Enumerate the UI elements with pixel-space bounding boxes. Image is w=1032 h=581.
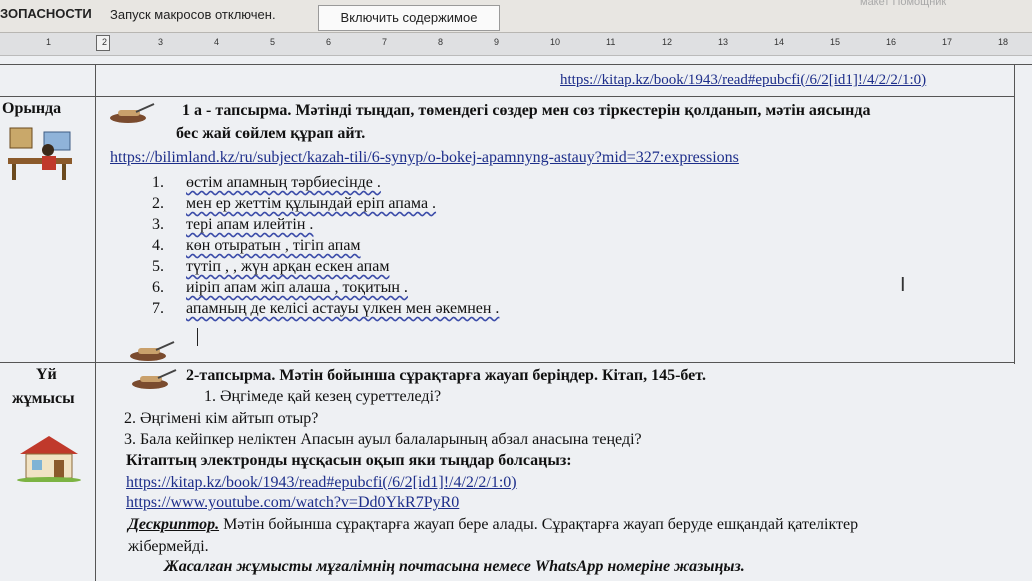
horizontal-ruler[interactable]: 1 2 3 4 5 6 7 8 9 10 11 12 13 14 15 16 17 18 (0, 33, 1032, 56)
writing-hand-icon (110, 103, 155, 123)
list-item: мен ер жеттім құлындай еріп апама . (186, 195, 437, 212)
i-beam-cursor-icon: I (900, 274, 906, 296)
list-item-number: 2. (152, 195, 164, 212)
macro-disabled-message: Запуск макросов отключен. (110, 7, 276, 22)
ruler-tick: 10 (550, 37, 561, 47)
ruler-tick: 2 (102, 37, 108, 47)
ruler-tick: 15 (830, 37, 841, 47)
task-2-title: 2-тапсырма. Мәтін бойынша сұрақтарға жау… (186, 367, 706, 384)
table-right-border (1014, 64, 1015, 364)
table-border-top (0, 64, 1032, 65)
ruler-tick: 18 (998, 37, 1009, 47)
security-warning-bar: ЗОПАСНОСТИ Запуск макросов отключен. Вкл… (0, 0, 1032, 33)
descriptor-continuation: жібермейді. (128, 538, 209, 555)
list-item-number: 7. (152, 300, 164, 317)
question-2: 2. Әңгімені кім айтып отыр? (124, 410, 319, 427)
ruler-tick: 11 (606, 37, 616, 47)
row-label-homework-2: жұмысы (12, 390, 75, 407)
list-item-number: 5. (152, 258, 164, 275)
enable-content-button[interactable]: Включить содержимое (318, 5, 500, 31)
ebook-note: Кітаптың электронды нұсқасын оқып яки ты… (126, 452, 572, 469)
row-label-classroom: Орында (2, 100, 62, 117)
bilimland-link[interactable]: https://bilimland.kz/ru/subject/kazah-ti… (110, 149, 739, 167)
youtube-link[interactable]: https://www.youtube.com/watch?v=Dd0YkR7P… (126, 494, 459, 512)
list-item-number: 6. (152, 279, 164, 296)
descriptor-text: Мәтін бойынша сұрақтарға жауап бере алад… (223, 516, 859, 533)
ruler-tick: 17 (942, 37, 953, 47)
list-item-number: 1. (152, 174, 164, 191)
writing-hand-icon (132, 369, 177, 389)
house-icon (17, 436, 81, 482)
ruler-tick: 3 (158, 37, 164, 47)
faded-toolbar-text: макет Помощник (860, 0, 947, 8)
task-1a-title-cont: бес жай сөйлем құрап айт. (176, 125, 366, 142)
table-row-divider-1 (0, 96, 1014, 97)
ruler-tick: 16 (886, 37, 897, 47)
text-caret (197, 328, 198, 346)
ruler-tick: 13 (718, 37, 729, 47)
list-item: апамның де келісі астауы үлкен мен әкемн… (186, 300, 500, 317)
top-url-link[interactable]: https://kitap.kz/book/1943/read#epubcfi(… (560, 72, 926, 89)
ruler-tick: 6 (326, 37, 332, 47)
ruler-tick: 5 (270, 37, 276, 47)
ruler-tick: 8 (438, 37, 444, 47)
question-1: 1. Әңгімеде қай кезең суреттеледі? (204, 388, 442, 405)
security-label: ЗОПАСНОСТИ (0, 6, 92, 21)
ruler-tick: 9 (494, 37, 500, 47)
writing-hand-icon (130, 341, 175, 361)
kitap-link[interactable]: https://kitap.kz/book/1943/read#epubcfi(… (126, 474, 517, 492)
ruler-tick: 12 (662, 37, 673, 47)
ruler-tick: 4 (214, 37, 220, 47)
descriptor-label: Дескриптор. (128, 516, 220, 533)
descriptor: Дескриптор. Мәтін бойынша сұрақтарға жау… (128, 516, 858, 534)
ruler-tick: 1 (46, 37, 52, 47)
list-item: иіріп апам жіп алаша , тоқитын . (186, 279, 408, 296)
ruler-tick: 7 (382, 37, 388, 47)
send-instructions: Жасалған жұмысты мұғалімнің почтасына не… (164, 558, 745, 575)
list-item-number: 3. (152, 216, 164, 233)
ruler-tick: 14 (774, 37, 785, 47)
list-item: тері апам илейтін . (186, 216, 314, 233)
classroom-picture-icon (4, 124, 76, 182)
document-page[interactable]: https://kitap.kz/book/1943/read#epubcfi(… (0, 56, 1032, 581)
list-item: өстім апамның тәрбиесінде . (186, 174, 381, 191)
list-item-number: 4. (152, 237, 164, 254)
table-column-divider (95, 64, 96, 581)
question-3: 3. Бала кейіпкер неліктен Апасын ауыл ба… (124, 431, 642, 448)
list-item: көн отыратын , тігіп апам (186, 237, 361, 254)
row-label-homework-1: Үй (36, 366, 57, 383)
list-item: түтіп , , жүн арқан ескен апам (186, 258, 390, 275)
task-1a-title: 1 а - тапсырма. Мәтінді тыңдап, төмендег… (182, 102, 871, 119)
